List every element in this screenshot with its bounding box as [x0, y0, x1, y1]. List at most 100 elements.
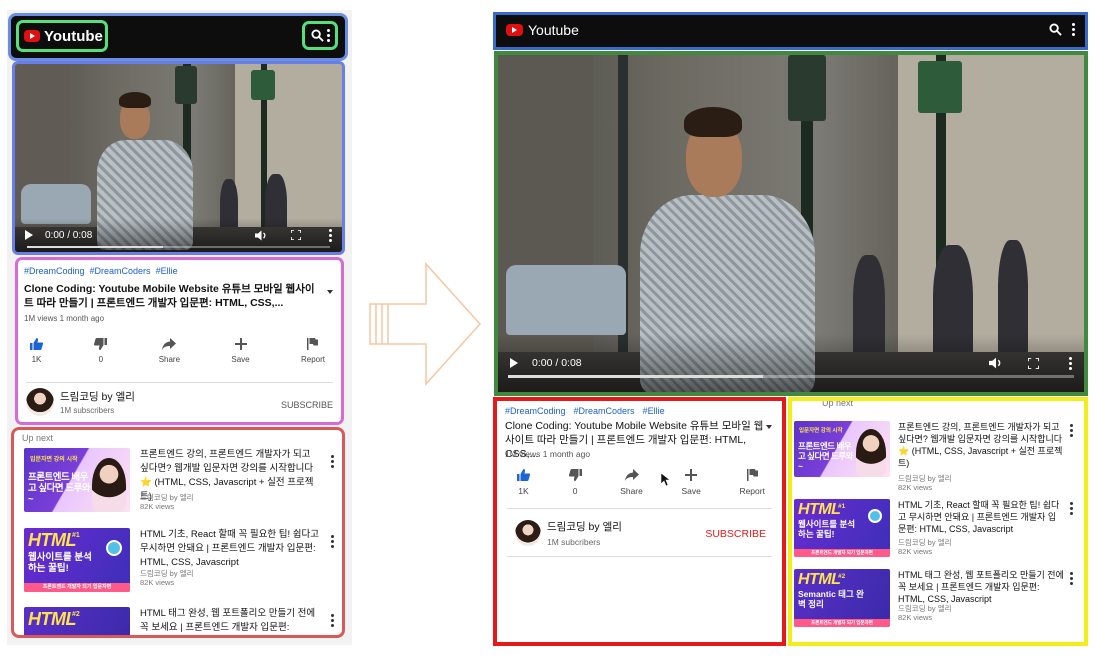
play-icon[interactable] [25, 230, 33, 240]
video-thumbnail[interactable]: 입문자면 강의 시작 프론트엔드 배우고 싶다면 드루와~ [794, 421, 890, 477]
thumbnail-band: 프론트엔드 개발자 되기 입문자편 [794, 619, 890, 627]
desktop-logo[interactable]: Youtube [506, 22, 579, 38]
mouse-cursor-icon [661, 473, 670, 486]
more-vert-icon[interactable] [329, 228, 332, 242]
desktop-header-icons [1049, 23, 1075, 36]
video-meta: 1M views 1 month ago [505, 449, 591, 459]
add-icon [234, 338, 247, 350]
fullscreen-icon[interactable] [291, 230, 301, 240]
up-next-title[interactable]: HTML 기초, React 할때 꼭 필요한 팁! 쉽다고 무시하면 안돼요 … [140, 528, 320, 570]
action-bar: 1K 0 Share Save Report [30, 338, 325, 364]
more-vert-icon[interactable] [326, 29, 330, 42]
channel-subscribers: 1M subcribers [547, 537, 601, 547]
thumbnail-caption: 웹사이트를 분석 하는 꿀팁! [28, 552, 92, 574]
mobile-up-next: Up next 입문자면 강의 시작 프론트엔드 배우고 싶다면 드루와~ 프론… [11, 427, 345, 638]
subscribe-button[interactable]: SUBSCRIBE [705, 528, 766, 540]
mobile-video-player[interactable]: 0:00 / 0:08 [12, 61, 345, 255]
dislike-button[interactable]: 0 [94, 338, 108, 364]
thumbnail-number: #2 [838, 573, 846, 580]
react-logo-icon [106, 540, 122, 556]
save-button[interactable]: Save [231, 338, 250, 364]
thumbnail-headline: 프론트엔드 배우고 싶다면 드루와~ [798, 441, 853, 471]
mobile-logo[interactable]: Youtube [16, 20, 108, 52]
more-vert-icon[interactable] [331, 614, 334, 627]
channel-avatar[interactable] [26, 388, 54, 416]
channel-name[interactable]: 드림코딩 by 엘리 [60, 389, 135, 404]
up-next-views: 82K views [898, 483, 933, 492]
fullscreen-icon[interactable] [1028, 357, 1039, 369]
tag-link[interactable]: #DreamCoding [505, 406, 566, 416]
up-next-views: 82K views [140, 502, 175, 511]
thumbnail-headline: HTML [28, 609, 76, 629]
more-vert-icon[interactable] [1070, 572, 1073, 585]
more-vert-icon[interactable] [1069, 356, 1072, 370]
channel-avatar[interactable] [515, 520, 541, 546]
more-vert-icon[interactable] [1070, 502, 1073, 515]
volume-icon[interactable] [255, 230, 267, 241]
time-display: 0:00 / 0:08 [532, 357, 582, 369]
progress-fill [27, 246, 164, 248]
thumbnail-headline: HTML [798, 501, 841, 518]
subscribe-button[interactable]: SUBSCRIBE [281, 400, 333, 410]
mobile-video-info: #DreamCoding #DreamCoders #Ellie Clone C… [15, 257, 344, 425]
thumbnail-number: #2 [72, 611, 80, 618]
up-next-views: 82K views [898, 547, 933, 556]
player-controls: 0:00 / 0:08 [15, 218, 342, 252]
volume-icon[interactable] [989, 357, 1002, 369]
video-title: Clone Coding: Youtube Mobile Website 유튜브… [24, 283, 315, 309]
tag-list: #DreamCoding #DreamCoders #Ellie [505, 406, 665, 416]
share-button[interactable]: Share [620, 469, 643, 496]
tag-link[interactable]: #DreamCoders [90, 266, 151, 276]
video-thumbnail[interactable]: HTML #2 Semantic 태그 완벽 정리 프론트엔드 개발자 되기 입… [794, 569, 890, 627]
up-next-views: 82K views [898, 613, 933, 622]
video-meta: 1M views 1 month ago [24, 314, 105, 323]
up-next-title[interactable]: HTML 태그 완성, 웹 포트폴리오 만들기 전에 꼭 보세요 | 프론트엔드… [898, 569, 1064, 605]
share-button[interactable]: Share [159, 338, 180, 364]
like-button[interactable]: 1K [517, 469, 530, 496]
thumbnail-band: 프론트엔드 개발자 되기 입문자편 [24, 583, 130, 592]
video-thumbnail[interactable]: HTML #1 웹사이트를 분석 하는 꿀팁! 프론트엔드 개발자 되기 입문자… [794, 499, 890, 557]
more-vert-icon[interactable] [331, 455, 334, 468]
share-label: Share [620, 486, 643, 496]
thumbnail-number: #1 [72, 532, 80, 539]
like-count: 1K [518, 486, 529, 496]
thumbs-down-icon [94, 338, 108, 350]
flag-icon [746, 469, 758, 481]
progress-bar[interactable] [508, 375, 1074, 378]
up-next-label: Up next [22, 433, 54, 443]
play-icon[interactable] [510, 358, 518, 368]
add-icon [685, 469, 698, 481]
search-icon[interactable] [310, 29, 324, 42]
progress-fill [508, 375, 763, 378]
expand-caret-icon[interactable] [327, 290, 333, 294]
more-vert-icon[interactable] [1070, 424, 1073, 437]
channel-name[interactable]: 드림코딩 by 엘리 [547, 519, 622, 534]
report-button[interactable]: Report [739, 469, 765, 496]
up-next-views: 82K views [140, 578, 175, 587]
thumbnail-caption: 입문자면 강의 시작 [30, 457, 78, 463]
up-next-title[interactable]: HTML 기초, React 할때 꼭 필요한 팁! 쉽다고 무시하면 안돼요 … [898, 499, 1064, 535]
expand-caret-icon[interactable] [766, 425, 772, 429]
like-button[interactable]: 1K [30, 338, 43, 364]
up-next-title[interactable]: 프론트엔드 강의, 프론트엔드 개발자가 되고 싶다면? 웹개발 입문자면 강의… [898, 421, 1064, 469]
video-thumbnail[interactable]: 입문자면 강의 시작 프론트엔드 배우고 싶다면 드루와~ [24, 448, 130, 512]
dislike-button[interactable]: 0 [568, 469, 582, 496]
search-icon[interactable] [1049, 23, 1062, 36]
tag-link[interactable]: #DreamCoders [574, 406, 635, 416]
tag-link[interactable]: #Ellie [156, 266, 178, 276]
tag-link[interactable]: #Ellie [643, 406, 665, 416]
more-vert-icon[interactable] [1072, 23, 1075, 36]
tag-link[interactable]: #DreamCoding [24, 266, 85, 276]
desktop-video-player[interactable]: 0:00 / 0:08 [494, 51, 1088, 396]
progress-bar[interactable] [27, 246, 330, 248]
save-button[interactable]: Save [681, 469, 701, 496]
more-vert-icon[interactable] [331, 535, 334, 548]
thumbnail-headline: 프론트엔드 배우고 싶다면 드루와~ [28, 472, 90, 505]
video-thumbnail[interactable]: HTML #1 웹사이트를 분석 하는 꿀팁! 프론트엔드 개발자 되기 입문자… [24, 528, 130, 592]
report-button[interactable]: Report [301, 338, 325, 364]
youtube-logo-icon [24, 30, 40, 42]
thumbs-up-icon [517, 469, 530, 481]
video-thumbnail[interactable]: HTML #2 [24, 607, 130, 635]
dislike-count: 0 [98, 355, 104, 364]
up-next-title[interactable]: HTML 태그 완성, 웹 포트폴리오 만들기 전에 꼭 보세요 | 프론트엔드… [140, 607, 320, 635]
